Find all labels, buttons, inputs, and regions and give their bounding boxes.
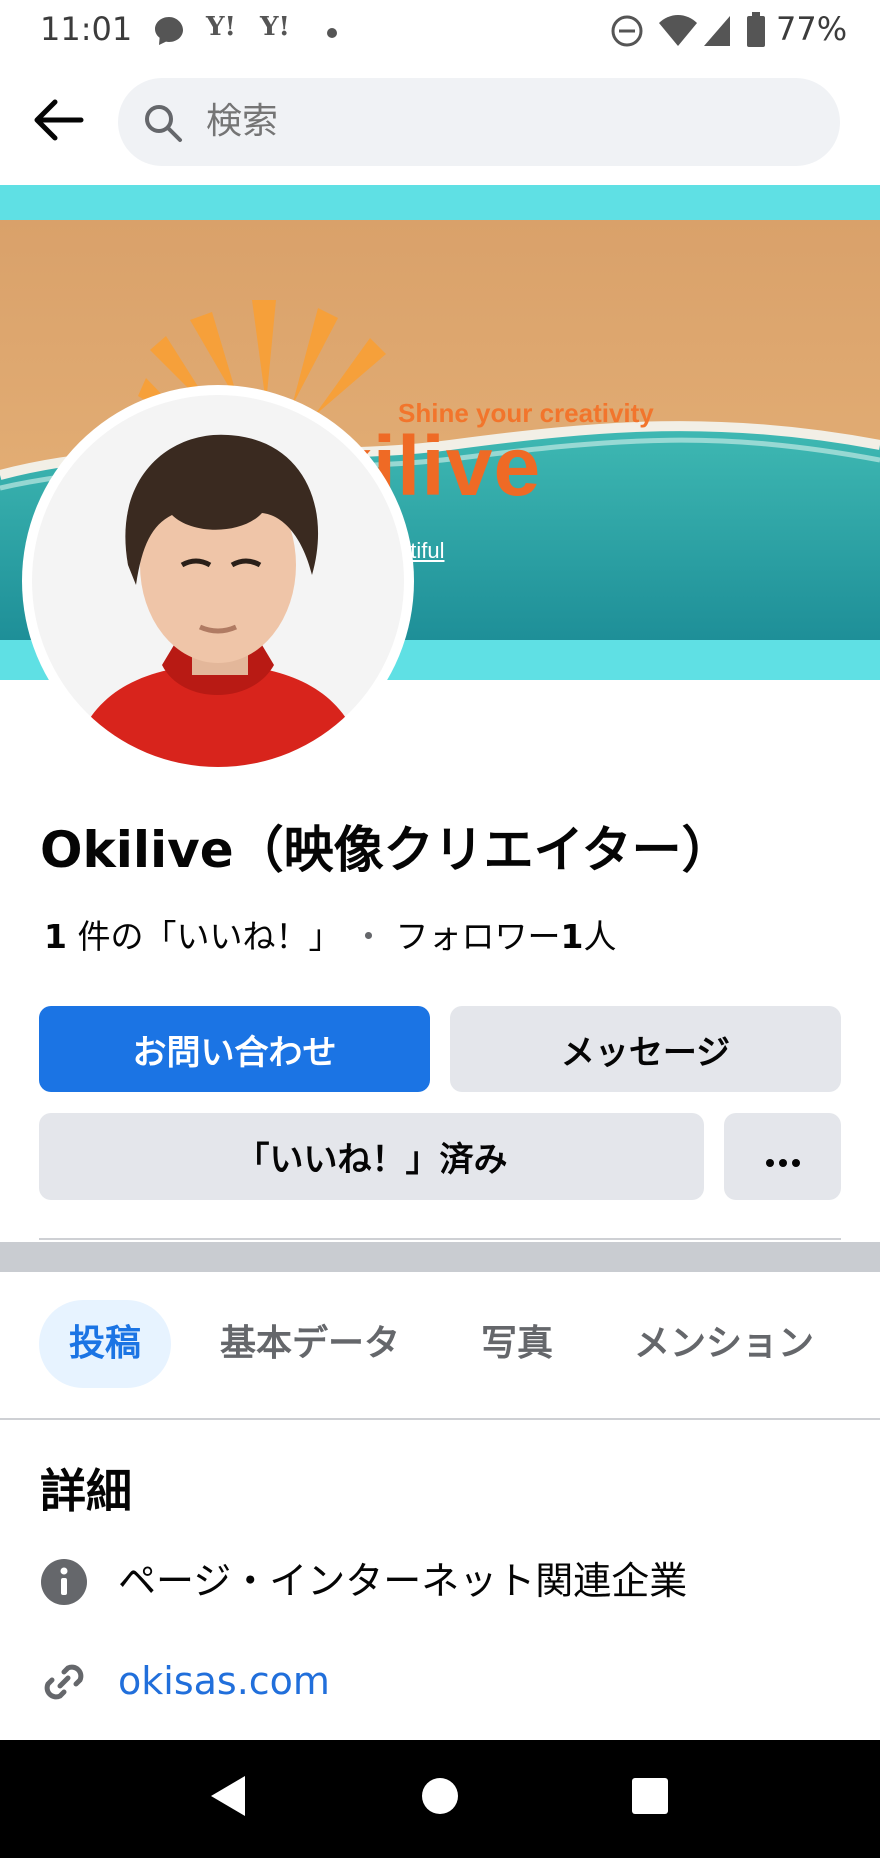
tab-posts[interactable]: 投稿 [39,1300,171,1388]
divider [0,1418,880,1420]
cell-signal-icon [702,14,732,52]
yahoo-icon: Y! [260,12,290,42]
details-heading: 詳細 [40,1464,132,1518]
search-bar[interactable] [118,78,840,166]
tab-mentions[interactable]: メンション [634,1300,814,1388]
do-not-disturb-icon [610,14,644,52]
avatar-image [32,395,404,767]
more-options-button[interactable] [724,1113,841,1200]
nav-home-button[interactable] [410,1768,470,1828]
square-recents-icon [631,1777,669,1819]
detail-website[interactable]: okisas.com [0,1646,880,1716]
status-bar: 11:01 Y! Y! 77% [0,0,880,60]
followers-unit: 人 [583,917,617,956]
contact-button[interactable]: お問い合わせ [39,1006,430,1092]
page-stats: 1 件の「いいね！」 ・ フォロワー1人 [44,910,616,958]
page-title: Okilive（映像クリエイター） [40,821,732,879]
website-link[interactable]: okisas.com [118,1646,330,1716]
search-input[interactable] [206,78,806,166]
message-button[interactable]: メッセージ [450,1006,841,1092]
divider [39,1238,841,1240]
followers-count: 1 [560,917,584,956]
circle-home-icon [421,1777,459,1819]
followers-label: フォロワー [395,917,561,956]
back-button[interactable] [28,92,88,152]
profile-tabs: 投稿 基本データ 写真 メンション [0,1300,880,1388]
dot-icon [326,24,338,43]
chat-bubble-icon [152,14,186,52]
info-icon [40,1558,88,1606]
battery-icon [746,12,766,52]
triangle-back-icon [207,1774,247,1822]
nav-back-button[interactable] [197,1768,257,1828]
wifi-icon [658,14,698,52]
stats-separator: ・ [351,917,385,956]
battery-percent: 77% [776,10,848,48]
likes-count: 1 [44,917,67,956]
tab-about[interactable]: 基本データ [220,1300,400,1388]
more-icon [765,1137,801,1177]
arrow-left-icon [31,98,85,146]
section-separator [0,1242,880,1272]
detail-category: ページ・インターネット関連企業 [0,1546,880,1616]
link-icon [40,1658,88,1706]
likes-label: 件の「いいね！」 [77,917,342,956]
profile-picture[interactable] [22,385,414,777]
magnifier-icon [142,102,184,148]
nav-recents-button[interactable] [620,1768,680,1828]
status-time: 11:01 [40,10,133,48]
yahoo-icon: Y! [206,12,236,42]
system-nav-bar [0,1740,880,1858]
tab-photos[interactable]: 写真 [481,1300,553,1388]
category-text: ページ・インターネット関連企業 [118,1559,688,1603]
liked-button[interactable]: 「いいね！」済み [39,1113,704,1200]
